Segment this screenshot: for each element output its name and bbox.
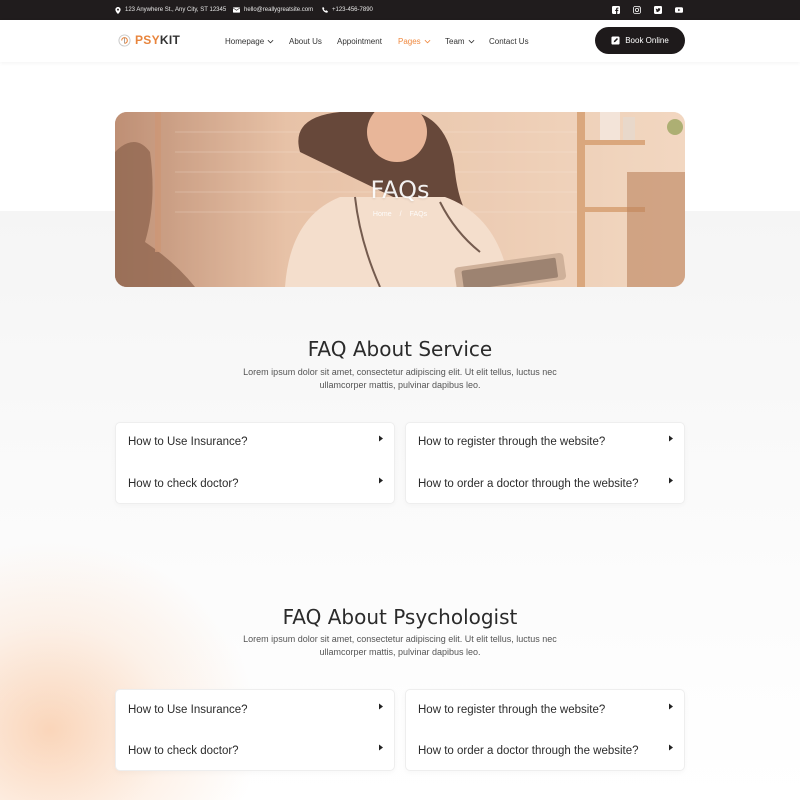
nav-appointment-label: Appointment	[337, 36, 382, 46]
faq-card-psychologist-left: How to Use Insurance? How to check docto…	[115, 689, 395, 771]
book-online-button[interactable]: Book Online	[595, 27, 685, 54]
hero-banner: FAQs Home / FAQs	[115, 112, 685, 287]
faq-item[interactable]: How to order a doctor through the websit…	[418, 741, 674, 761]
instagram-icon[interactable]	[632, 5, 642, 15]
faq-card-service-right: How to register through the website? How…	[405, 422, 685, 504]
edit-calendar-icon	[611, 36, 620, 45]
nav-contact-us-label: Contact Us	[489, 36, 529, 46]
chevron-down-icon	[424, 39, 431, 43]
facebook-icon[interactable]	[611, 5, 621, 15]
caret-right-icon	[379, 744, 383, 750]
faq-card-psychologist-right: How to register through the website? How…	[405, 689, 685, 771]
faq-question: How to order a doctor through the websit…	[418, 478, 639, 490]
address-contact: 123 Anywhere St., Any City, ST 12345	[115, 0, 226, 20]
caret-right-icon	[669, 477, 673, 483]
logo-text-psy: PSY	[135, 33, 160, 47]
book-online-label: Book Online	[625, 36, 669, 45]
faq-item[interactable]: How to Use Insurance?	[128, 432, 384, 452]
breadcrumb-separator: /	[399, 211, 402, 218]
phone-icon	[322, 7, 328, 13]
nav-contact-us[interactable]: Contact Us	[489, 20, 529, 62]
breadcrumb: Home / FAQs	[115, 211, 685, 218]
faq-item[interactable]: How to register through the website?	[418, 700, 674, 720]
caret-right-icon	[379, 477, 383, 483]
breadcrumb-home[interactable]: Home	[373, 211, 392, 218]
caret-right-icon	[669, 703, 673, 709]
nav-appointment[interactable]: Appointment	[337, 20, 382, 62]
faq-item[interactable]: How to Use Insurance?	[128, 700, 384, 720]
top-bar: 123 Anywhere St., Any City, ST 12345 hel…	[0, 0, 800, 20]
faq-item[interactable]: How to order a doctor through the websit…	[418, 474, 674, 494]
section-title-psychologist: FAQ About Psychologist	[282, 605, 518, 629]
faq-question: How to Use Insurance?	[128, 436, 248, 448]
chevron-down-icon	[468, 39, 474, 43]
caret-right-icon	[379, 435, 383, 441]
youtube-icon[interactable]	[674, 5, 684, 15]
main-navbar: PSY KIT Homepage About Us Appointment Pag…	[0, 20, 800, 62]
nav-homepage-label: Homepage	[225, 36, 265, 46]
phone-text: +123-456-7890	[332, 7, 373, 13]
logo[interactable]: PSY KIT	[118, 33, 180, 47]
faq-question: How to check doctor?	[128, 745, 239, 757]
address-text: 123 Anywhere St., Any City, ST 12345	[125, 7, 227, 13]
faq-question: How to order a doctor through the websit…	[418, 745, 639, 757]
twitter-icon[interactable]	[653, 5, 663, 15]
faq-card-service-left: How to Use Insurance? How to check docto…	[115, 422, 395, 504]
nav-team-label: Team	[445, 36, 465, 46]
breadcrumb-current: FAQs	[409, 211, 428, 218]
email-text: hello@reallygreatsite.com	[244, 7, 314, 13]
email-contact[interactable]: hello@reallygreatsite.com	[233, 0, 313, 20]
mail-icon	[233, 7, 240, 13]
faq-question: How to Use Insurance?	[128, 704, 248, 716]
logo-text-kit: KIT	[159, 33, 181, 47]
nav-pages[interactable]: Pages	[398, 20, 431, 62]
page-title: FAQs	[370, 176, 430, 204]
faq-question: How to register through the website?	[418, 436, 606, 448]
chevron-down-icon	[267, 39, 274, 43]
faq-item[interactable]: How to check doctor?	[128, 741, 384, 761]
faq-question: How to register through the website?	[418, 704, 606, 716]
caret-right-icon	[669, 744, 673, 750]
nav-team[interactable]: Team	[445, 20, 475, 62]
section-subtitle-psychologist: Lorem ipsum dolor sit amet, consectetur …	[243, 634, 557, 657]
faq-item[interactable]: How to check doctor?	[128, 474, 384, 494]
caret-right-icon	[669, 435, 673, 441]
section-title-service: FAQ About Service	[307, 337, 493, 361]
caret-right-icon	[379, 703, 383, 709]
phone-contact[interactable]: +123-456-7890	[322, 0, 373, 20]
brain-logo-icon	[118, 33, 131, 47]
nav-pages-label: Pages	[398, 36, 421, 46]
nav-about-us-label: About Us	[289, 36, 322, 46]
section-subtitle-service: Lorem ipsum dolor sit amet, consectetur …	[243, 367, 557, 390]
nav-homepage[interactable]: Homepage	[225, 20, 274, 62]
location-pin-icon	[115, 6, 121, 14]
faq-item[interactable]: How to register through the website?	[418, 432, 674, 452]
nav-about-us[interactable]: About Us	[289, 20, 322, 62]
faq-question: How to check doctor?	[128, 478, 239, 490]
